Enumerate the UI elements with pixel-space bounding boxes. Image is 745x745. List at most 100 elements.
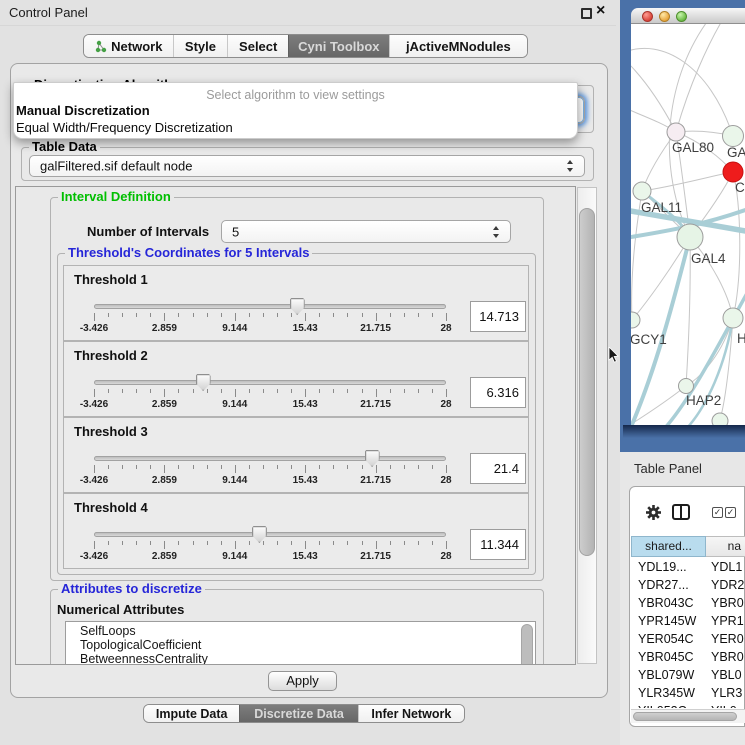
threshold-2-slider-track[interactable] xyxy=(94,380,446,385)
slider-tick xyxy=(277,313,278,317)
table-header-row: shared... na xyxy=(631,536,745,557)
network-edge[interactable] xyxy=(631,48,733,136)
tab-impute-data[interactable]: Impute Data xyxy=(144,705,239,722)
table-data-group-label: Table Data xyxy=(29,140,100,153)
slider-tick xyxy=(333,389,334,393)
attribute-list-item[interactable]: BetweennessCentrality xyxy=(66,652,535,665)
network-edge[interactable] xyxy=(631,60,676,132)
network-edge[interactable] xyxy=(686,237,690,386)
float-window-icon[interactable] xyxy=(581,8,592,19)
slider-tick xyxy=(418,313,419,317)
tab-network[interactable]: Network xyxy=(84,35,173,57)
tab-style[interactable]: Style xyxy=(173,35,228,57)
slider-tick xyxy=(122,541,123,545)
tab-discretize-data[interactable]: Discretize Data xyxy=(239,705,357,722)
threshold-1-panel: Threshold 1-3.4262.8599.14415.4321.71528… xyxy=(63,265,529,341)
threshold-2-slider-handle[interactable] xyxy=(196,374,211,391)
checkbox-icon[interactable]: ✓ xyxy=(725,507,736,518)
column-header-name[interactable]: na xyxy=(706,536,745,557)
slider-tick xyxy=(263,465,264,469)
slider-tick xyxy=(94,465,95,473)
table-row[interactable]: YBL079WYBL0 xyxy=(631,666,745,684)
table-row[interactable]: YDR27...YDR2 xyxy=(631,576,745,594)
close-icon[interactable]: × xyxy=(596,2,605,20)
cell-name: YLR3 xyxy=(706,684,745,702)
gear-icon[interactable] xyxy=(645,504,662,521)
threshold-4-value-field[interactable]: 11.344 xyxy=(470,529,526,560)
table-row[interactable]: YLR345WYLR3 xyxy=(631,684,745,702)
table-data-combobox[interactable]: galFiltered.sif default node xyxy=(29,155,585,177)
slider-tick-label: 2.859 xyxy=(139,399,189,410)
slider-tick xyxy=(390,541,391,545)
table-row[interactable]: YPR145WYPR1 xyxy=(631,612,745,630)
window-zoom-traffic-icon[interactable] xyxy=(676,11,687,22)
network-node-gcy1[interactable] xyxy=(631,312,640,328)
slider-tick-label: 28 xyxy=(421,323,471,334)
network-node-gal[interactable] xyxy=(723,126,744,147)
threshold-2-value-field[interactable]: 6.316 xyxy=(470,377,526,408)
table-row[interactable]: YER054CYER0 xyxy=(631,630,745,648)
slider-tick xyxy=(404,389,405,393)
slider-tick xyxy=(390,313,391,317)
dropdown-item-2[interactable]: Equal Width/Frequency Discretization xyxy=(16,120,233,135)
number-of-intervals-combobox[interactable]: 5 xyxy=(221,220,511,243)
node-label-gal11: GAL11 xyxy=(641,200,682,215)
window-shadow xyxy=(623,425,745,438)
network-edge[interactable] xyxy=(676,24,723,132)
network-edge[interactable] xyxy=(642,132,676,191)
network-edge[interactable] xyxy=(642,172,733,191)
network-node-c[interactable] xyxy=(723,162,743,182)
attributes-list-scrollbar[interactable] xyxy=(521,624,533,665)
tab-cyni-toolbox[interactable]: Cyni Toolbox xyxy=(288,35,389,57)
table-hscrollbar-thumb[interactable] xyxy=(633,712,737,721)
network-node-gal80[interactable] xyxy=(667,123,685,141)
table-row[interactable]: YIL052CYIL0 xyxy=(631,702,745,708)
threshold-3-slider-track[interactable] xyxy=(94,456,446,461)
column-layout-icon[interactable] xyxy=(672,504,690,520)
attribute-list-item[interactable]: SelfLoops xyxy=(66,624,535,638)
network-canvas[interactable]: GAL80GALCGAL11GAL4GCY1HHAP2 xyxy=(631,24,745,425)
table-row[interactable]: YDL19...YDL1 xyxy=(631,558,745,576)
threshold-1-slider-track[interactable] xyxy=(94,304,446,309)
threshold-3-value-field[interactable]: 21.4 xyxy=(470,453,526,484)
threshold-4-slider-track[interactable] xyxy=(94,532,446,537)
apply-button[interactable]: Apply xyxy=(268,671,337,691)
slider-tick xyxy=(136,541,137,545)
network-node-gal11[interactable] xyxy=(633,182,651,200)
network-node-hap2[interactable] xyxy=(679,379,694,394)
slider-tick-label: 21.715 xyxy=(351,399,401,410)
tab-jactivemnodules[interactable]: jActiveMNodules xyxy=(389,35,527,57)
window-minimize-traffic-icon[interactable] xyxy=(659,11,670,22)
window-close-traffic-icon[interactable] xyxy=(642,11,653,22)
slider-tick xyxy=(291,465,292,469)
slider-tick xyxy=(249,541,250,545)
slider-tick-label: -3.426 xyxy=(69,323,119,334)
table-row[interactable]: YBR043CYBR0 xyxy=(631,594,745,612)
network-edge[interactable] xyxy=(690,237,733,318)
threshold-3-slider-handle[interactable] xyxy=(365,450,380,467)
network-node-gal4[interactable] xyxy=(677,224,703,250)
slider-tick-label: 2.859 xyxy=(139,323,189,334)
tab-infer-network[interactable]: Infer Network xyxy=(358,705,464,722)
table-row[interactable]: YBR045CYBR0 xyxy=(631,648,745,666)
attribute-list-item[interactable]: TopologicalCoefficient xyxy=(66,638,535,652)
tab-select[interactable]: Select xyxy=(227,35,288,57)
slider-tick xyxy=(178,465,179,469)
network-node-h[interactable] xyxy=(723,308,743,328)
slider-tick xyxy=(347,465,348,469)
slider-tick-label: -3.426 xyxy=(69,551,119,562)
table-hscrollbar-track[interactable] xyxy=(631,709,745,723)
numerical-attributes-list[interactable]: SelfLoopsTopologicalCoefficientBetweenne… xyxy=(65,621,536,665)
network-node-partial[interactable] xyxy=(712,413,728,425)
dropdown-item-1[interactable]: Manual Discretization xyxy=(16,103,150,118)
network-edge[interactable] xyxy=(631,237,690,425)
node-label-c: C xyxy=(735,180,745,195)
threshold-4-slider-handle[interactable] xyxy=(252,526,267,543)
checkbox-icon[interactable]: ✓ xyxy=(712,507,723,518)
settings-scroll-viewport: Interval Definition Number of Intervals … xyxy=(15,186,576,665)
settings-scrollbar-thumb[interactable] xyxy=(579,208,595,556)
slider-tick xyxy=(305,389,306,397)
slider-tick xyxy=(432,389,433,393)
threshold-1-value-field[interactable]: 14.713 xyxy=(470,301,526,332)
column-header-shared[interactable]: shared... xyxy=(631,536,706,557)
